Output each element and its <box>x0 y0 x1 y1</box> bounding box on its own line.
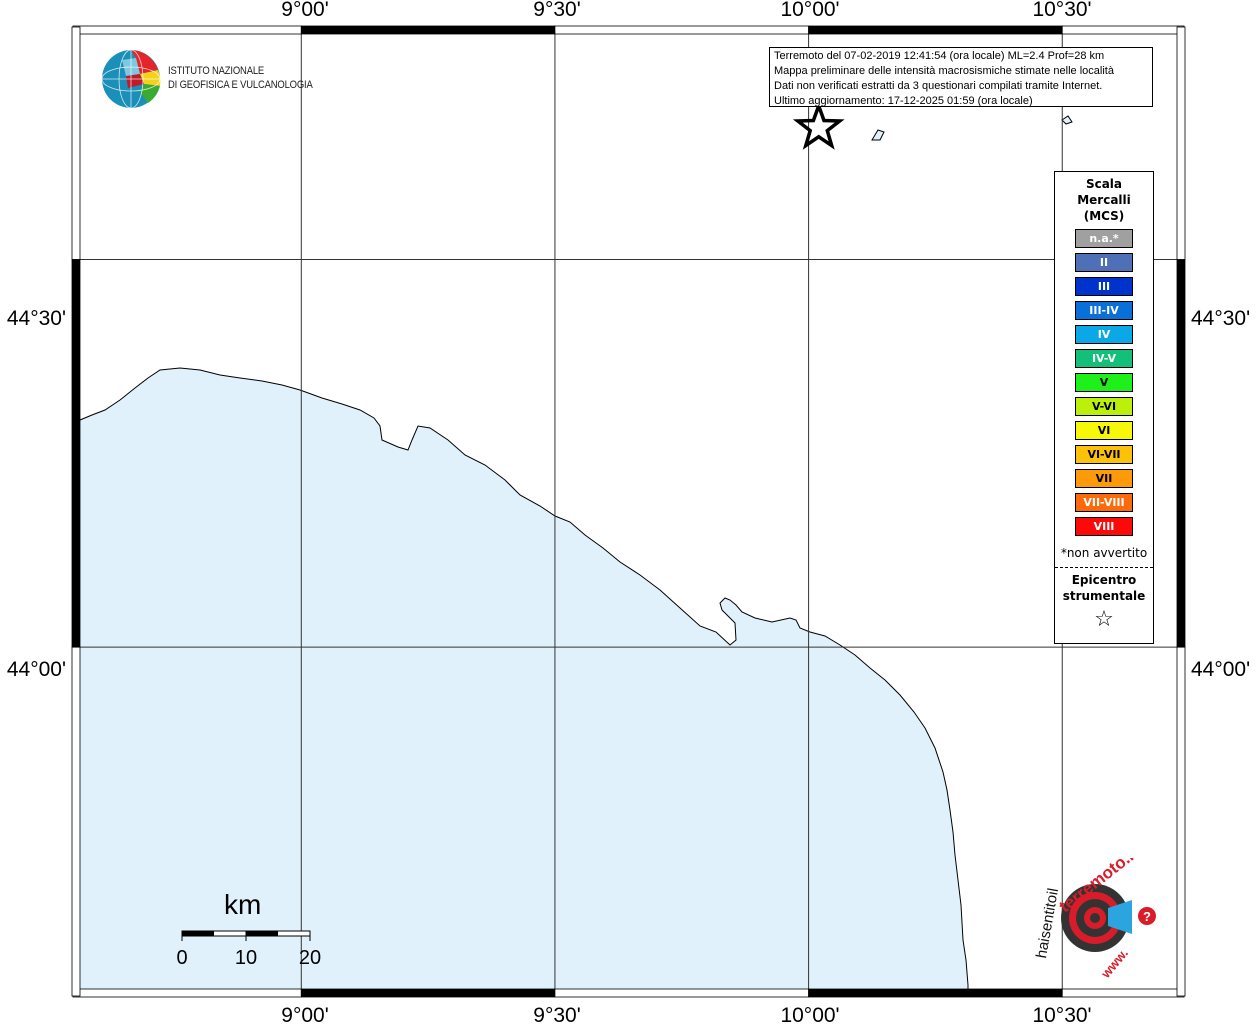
frame-bar-segment <box>554 25 809 35</box>
legend-swatch: V <box>1075 373 1133 392</box>
frame-bar-segment <box>300 25 556 35</box>
legend-epicenter-label: Epicentro strumentale <box>1055 572 1153 604</box>
scale-tick-label: 0 <box>176 947 187 969</box>
scale-bar-title: km <box>224 889 262 920</box>
bottom-tick-label: 10°30' <box>1032 1004 1091 1024</box>
legend-title-line: Mercalli <box>1077 193 1131 207</box>
frame-bar-segment <box>71 259 81 648</box>
frame-bar-segment <box>300 988 556 998</box>
ingv-logo[interactable]: ISTITUTO NAZIONALE DI GEOFISICA E VULCAN… <box>100 48 320 110</box>
top-tick-label: 9°30' <box>533 0 580 21</box>
frame-bar-segment <box>71 646 81 997</box>
legend-swatch: V-VI <box>1075 397 1133 416</box>
legend-divider <box>1055 567 1153 568</box>
legend-title-line: Scala <box>1085 177 1123 191</box>
right-tick-label: 44°00' <box>1191 658 1250 681</box>
right-tick-label: 44°30' <box>1191 307 1250 330</box>
badge-text-left: haisentitoil <box>1033 887 1062 960</box>
legend-swatch: VIII <box>1075 517 1133 536</box>
scale-tick-label: 20 <box>299 947 321 969</box>
left-tick-label: 44°00' <box>7 658 66 681</box>
info-line: Dati non verificati estratti da 3 questi… <box>774 80 1103 92</box>
badge-mark: ? <box>1143 909 1151 924</box>
frame-bar-segment <box>1176 646 1186 997</box>
info-line: Ultimo aggiornamento: 17-12-2025 01:59 (… <box>774 95 1033 107</box>
legend-epicenter-line: strumentale <box>1062 589 1146 603</box>
scale-tick-label: 10 <box>235 947 257 969</box>
info-line: Mappa preliminare delle intensità macros… <box>774 65 1114 77</box>
legend-title-line: (MCS) <box>1083 209 1125 223</box>
bottom-tick-label: 9°00' <box>281 1004 328 1024</box>
frame-bar-segment <box>72 988 302 998</box>
frame-bar-segment <box>1061 25 1185 35</box>
top-tick-label: 9°00' <box>281 0 328 21</box>
frame-bar-segment <box>71 26 81 260</box>
target-icon: ? terremoto.it haisentitoil www. <box>1033 843 1156 982</box>
haisentito-badge[interactable]: ? terremoto.it haisentitoil www. <box>1032 843 1162 988</box>
bottom-tick-label: 10°00' <box>780 1004 839 1024</box>
info-line: Terremoto del 07-02-2019 12:41:54 (ora l… <box>774 50 1105 62</box>
legend-epicenter-line: Epicentro <box>1071 573 1137 587</box>
globe-icon <box>101 49 161 109</box>
logo-line2: DI GEOFISICA E VULCANOLOGIA <box>168 79 313 91</box>
legend-swatch: IV-V <box>1075 349 1133 368</box>
legend-swatch: III-IV <box>1075 301 1133 320</box>
legend-swatch: II <box>1075 253 1133 272</box>
legend-star-icon: ☆ <box>1094 607 1114 632</box>
frame-bar-segment <box>1176 26 1186 260</box>
legend-title: Scala Mercalli (MCS) <box>1055 176 1153 224</box>
left-tick-label: 44°30' <box>7 307 66 330</box>
legend-swatch: VI <box>1075 421 1133 440</box>
legend-swatch: VI-VII <box>1075 445 1133 464</box>
legend-swatch: VII-VIII <box>1075 493 1133 512</box>
frame-bar-segment <box>808 988 1063 998</box>
top-tick-label: 10°30' <box>1032 0 1091 21</box>
intensity-legend: Scala Mercalli (MCS) n.a.* II III III-IV IV I… <box>1054 171 1154 644</box>
frame-bar-segment <box>554 988 809 998</box>
top-tick-label: 10°00' <box>780 0 839 21</box>
bottom-tick-label: 9°30' <box>533 1004 580 1024</box>
frame-bar-segment <box>1176 259 1186 648</box>
event-info-box: Terremoto del 07-02-2019 12:41:54 (ora l… <box>769 47 1153 107</box>
logo-line1: ISTITUTO NAZIONALE <box>168 65 265 77</box>
legend-swatch: III <box>1075 277 1133 296</box>
frame-bar-segment <box>808 25 1063 35</box>
legend-swatch: VII <box>1075 469 1133 488</box>
frame-bar-segment <box>72 25 302 35</box>
legend-swatch: IV <box>1075 325 1133 344</box>
legend-swatch: n.a.* <box>1075 229 1133 248</box>
frame-bar-segment <box>1061 988 1185 998</box>
legend-note: *non avvertito <box>1060 546 1148 560</box>
